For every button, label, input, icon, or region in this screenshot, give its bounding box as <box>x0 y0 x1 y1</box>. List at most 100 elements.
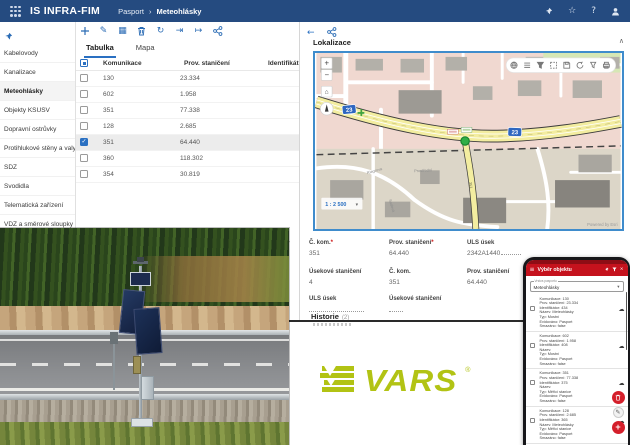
phone-filter-icon[interactable] <box>612 267 617 273</box>
delete-record-button[interactable] <box>136 25 147 36</box>
phone-scrollbar[interactable] <box>626 292 628 350</box>
table-row[interactable]: 128 2.685 <box>76 119 299 135</box>
field-value[interactable]: 2342A1440 <box>467 250 557 257</box>
cell-komunikace: 128 <box>103 123 114 130</box>
favorites-star-icon[interactable]: ☆ <box>568 6 576 16</box>
profile-icon[interactable] <box>611 7 620 16</box>
pin-icon[interactable] <box>544 7 553 16</box>
card-text: Komunikace: 602 Prov. staničení: 1.958 I… <box>540 334 616 366</box>
cloud-sync-icon[interactable]: ☁ <box>619 380 625 387</box>
card-checkbox[interactable] <box>530 306 535 311</box>
refresh-button[interactable]: ↻ <box>155 25 166 36</box>
sidebar-item-kabelovody[interactable]: Kabelovody <box>0 44 75 63</box>
row-checkbox[interactable] <box>80 122 88 130</box>
cell-staniceni: 118.302 <box>180 155 203 162</box>
form-field: Prov. staničení* 64.440 <box>389 240 467 257</box>
form-field: ULS úsek 2342A1440 <box>467 240 557 257</box>
row-checkbox[interactable] <box>80 154 88 162</box>
row-checkbox[interactable] <box>80 74 88 82</box>
map-scale-selector[interactable]: 1 : 2 500 ▾ <box>321 198 362 210</box>
table-row[interactable]: 130 23.334 <box>76 71 299 87</box>
sidebar-item-kanalizace[interactable]: Kanalizace <box>0 63 75 82</box>
vars-logo-text: VARS <box>364 367 457 395</box>
table-row[interactable]: 351 77.338 <box>76 103 299 119</box>
help-icon[interactable]: ? <box>591 6 596 16</box>
column-identifikator[interactable]: Identifikátor <box>268 60 299 67</box>
object-card[interactable]: Komunikace: 602 Prov. staničení: 1.958 I… <box>526 332 628 369</box>
row-checkbox[interactable] <box>80 170 88 178</box>
field-value[interactable]: 351 <box>389 279 467 286</box>
add-fab[interactable]: + <box>612 421 625 434</box>
card-checkbox[interactable] <box>530 418 535 423</box>
row-checkbox[interactable] <box>80 90 88 98</box>
breadcrumb-root[interactable]: Pasport <box>118 7 144 16</box>
form-field: Č. kom. 351 <box>389 269 467 286</box>
row-checkbox-checked[interactable]: ✓ <box>80 138 88 146</box>
cloud-sync-icon[interactable]: ☁ <box>619 306 625 313</box>
map-canvas[interactable]: 23 23 Riegrova Prostřední Sadová 351 <box>315 53 622 229</box>
map-attribution: Powered by Esri <box>587 222 618 227</box>
column-prov-staniceni[interactable]: Prov. staničení <box>184 60 230 67</box>
svg-text:1 : 2 500: 1 : 2 500 <box>325 202 346 208</box>
phone-close-icon[interactable]: × <box>620 267 624 272</box>
phone-pin-icon[interactable] <box>604 267 609 273</box>
table-row[interactable]: 360 118.302 <box>76 151 299 167</box>
table-row-selected[interactable]: ✓ 351 64.440 <box>76 135 299 151</box>
card-checkbox[interactable] <box>530 380 535 385</box>
edit-fab[interactable]: ✎ <box>613 407 624 418</box>
layer-dropdown[interactable]: Vrstva pasportu Meteohlásky ▾ <box>530 281 624 292</box>
edit-record-button[interactable]: ✎ <box>98 25 109 36</box>
top-bar: IS INFRA-FIM Pasport › Meteohlásky ☆ ? <box>0 0 630 22</box>
row-checkbox[interactable] <box>80 106 88 114</box>
share-button[interactable] <box>212 25 223 36</box>
cell-staniceni: 2.685 <box>180 123 196 130</box>
back-arrow-icon[interactable]: ← <box>307 28 315 38</box>
phone-title: Výběr objektu <box>538 267 601 273</box>
breadcrumb-separator: › <box>149 7 152 16</box>
bulk-edit-button[interactable]: ▦ <box>117 25 128 36</box>
table-row[interactable]: 602 1.958 <box>76 87 299 103</box>
sidebar-item-svodidla[interactable]: Svodidla <box>0 177 75 196</box>
svg-text:23: 23 <box>511 130 518 136</box>
add-record-button[interactable] <box>79 25 90 36</box>
move-segment-button[interactable]: ↦ <box>193 25 204 36</box>
vars-logo-icon <box>320 366 356 397</box>
card-checkbox[interactable] <box>530 343 535 348</box>
cell-staniceni: 77.338 <box>180 107 200 114</box>
cell-komunikace: 130 <box>103 75 114 82</box>
field-value[interactable]: 351 <box>309 250 387 257</box>
cloud-sync-icon[interactable]: ☁ <box>619 343 625 350</box>
select-all-checkbox[interactable] <box>80 59 88 67</box>
hamburger-menu-icon[interactable]: ≡ <box>530 267 535 273</box>
sidebar-item-dopravni-ostruvky[interactable]: Dopravní ostrůvky <box>0 120 75 139</box>
attach-segment-button[interactable]: ⇥ <box>174 25 185 36</box>
sidebar-item-telematicka-zarizeni[interactable]: Telematická zařízení <box>0 196 75 215</box>
form-field: ULS úsek <box>309 296 387 312</box>
sidebar-item-sdz[interactable]: SDZ <box>0 158 75 177</box>
field-value[interactable]: 4 <box>309 279 387 286</box>
object-card[interactable]: Komunikace: 130 Prov. staničení: 23.334 … <box>526 295 628 332</box>
sidebar-item-meteohlasky[interactable]: Meteohlásky <box>0 82 75 101</box>
table-row[interactable]: 354 30.819 <box>76 167 299 183</box>
cell-komunikace: 351 <box>103 107 114 114</box>
breadcrumb-current[interactable]: Meteohlásky <box>156 7 201 16</box>
field-value[interactable]: 64.440 <box>389 250 467 257</box>
route-chip-green <box>461 127 472 132</box>
cell-staniceni: 64.440 <box>180 139 200 146</box>
page-canvas: IS INFRA-FIM Pasport › Meteohlásky ☆ ? K… <box>0 0 630 445</box>
street-label: Prostřední <box>414 167 433 173</box>
field-value[interactable] <box>389 306 467 312</box>
selected-object-marker[interactable] <box>461 137 469 145</box>
sidebar-item-protihlukove-steny[interactable]: Protihlukové stěny a valy <box>0 139 75 158</box>
form-field: Č. kom.* 351 <box>309 240 387 257</box>
svg-text:+: + <box>324 59 329 68</box>
app-launcher-icon[interactable] <box>10 6 21 17</box>
delete-fab[interactable] <box>612 391 625 404</box>
road-shield-23: 23 <box>342 104 357 114</box>
collapse-chevron-icon[interactable]: ∧ <box>619 37 624 45</box>
cell-staniceni: 30.819 <box>180 171 200 178</box>
card-text: Komunikace: 128 Prov. staničení: 2.685 I… <box>540 409 616 441</box>
sidebar-item-objekty-ksusv[interactable]: Objekty KSUSV <box>0 101 75 120</box>
map-widget[interactable]: 23 23 Riegrova Prostřední Sadová 351 <box>313 51 624 231</box>
column-komunikace[interactable]: Komunikace <box>103 60 142 67</box>
